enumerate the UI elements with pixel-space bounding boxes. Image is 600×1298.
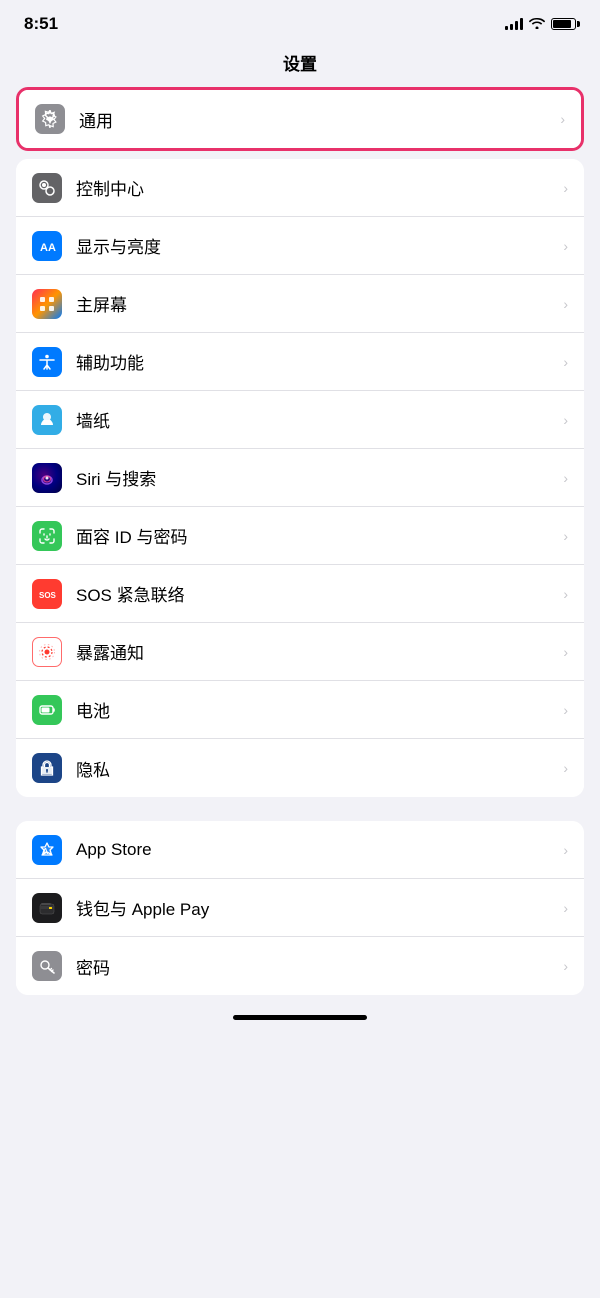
- wallpaper-chevron: ›: [563, 412, 568, 428]
- control-center-chevron: ›: [563, 180, 568, 196]
- spacer1: [0, 805, 600, 821]
- status-time: 8:51: [24, 14, 58, 34]
- homescreen-icon: [32, 289, 62, 319]
- battery-chevron: ›: [563, 702, 568, 718]
- settings-item-siri[interactable]: Siri 与搜索 ›: [16, 449, 584, 507]
- control-center-icon: [32, 173, 62, 203]
- settings-item-passwords[interactable]: 密码 ›: [16, 937, 584, 995]
- exposure-label: 暴露通知: [76, 639, 559, 664]
- battery-label: 电池: [76, 697, 559, 722]
- sos-chevron: ›: [563, 586, 568, 602]
- passwords-label: 密码: [76, 954, 559, 979]
- display-icon: AA: [32, 231, 62, 261]
- svg-text:A: A: [43, 847, 49, 856]
- accessibility-icon: [32, 347, 62, 377]
- siri-icon: [32, 463, 62, 493]
- passwords-chevron: ›: [563, 958, 568, 974]
- exposure-chevron: ›: [563, 644, 568, 660]
- wallpaper-label: 墙纸: [76, 407, 559, 432]
- settings-item-general[interactable]: 通用 ›: [19, 90, 581, 148]
- settings-item-appstore[interactable]: A App Store ›: [16, 821, 584, 879]
- settings-item-wallet[interactable]: 钱包与 Apple Pay ›: [16, 879, 584, 937]
- settings-item-faceid[interactable]: 面容 ID 与密码 ›: [16, 507, 584, 565]
- faceid-label: 面容 ID 与密码: [76, 523, 559, 548]
- page-title: 设置: [0, 42, 600, 87]
- svg-text:AA: AA: [40, 242, 56, 254]
- homescreen-label: 主屏幕: [76, 291, 559, 316]
- settings-item-sos[interactable]: SOS SOS 紧急联络 ›: [16, 565, 584, 623]
- settings-item-display[interactable]: AA 显示与亮度 ›: [16, 217, 584, 275]
- settings-item-accessibility[interactable]: 辅助功能 ›: [16, 333, 584, 391]
- homescreen-chevron: ›: [563, 296, 568, 312]
- settings-item-control-center[interactable]: 控制中心 ›: [16, 159, 584, 217]
- wifi-icon: [529, 17, 545, 32]
- appstore-label: App Store: [76, 840, 559, 860]
- main-settings-group: 控制中心 › AA 显示与亮度 › 主屏幕 ›: [16, 159, 584, 797]
- status-icons: [505, 17, 576, 32]
- general-icon: [35, 104, 65, 134]
- battery-icon: [32, 695, 62, 725]
- settings-item-wallpaper[interactable]: 墙纸 ›: [16, 391, 584, 449]
- sos-label: SOS 紧急联络: [76, 581, 559, 606]
- general-label: 通用: [79, 107, 556, 132]
- display-chevron: ›: [563, 238, 568, 254]
- faceid-chevron: ›: [563, 528, 568, 544]
- battery-status-icon: [551, 18, 576, 30]
- signal-icon: [505, 18, 523, 30]
- passwords-icon: [32, 951, 62, 981]
- privacy-chevron: ›: [563, 760, 568, 776]
- appstore-icon: A: [32, 835, 62, 865]
- wallet-label: 钱包与 Apple Pay: [76, 895, 559, 920]
- svg-text:SOS: SOS: [39, 591, 56, 600]
- privacy-icon: [32, 753, 62, 783]
- accessibility-label: 辅助功能: [76, 349, 559, 374]
- settings-item-homescreen[interactable]: 主屏幕 ›: [16, 275, 584, 333]
- home-indicator: [233, 1015, 367, 1020]
- status-bar: 8:51: [0, 0, 600, 42]
- wallet-chevron: ›: [563, 900, 568, 916]
- sos-icon: SOS: [32, 579, 62, 609]
- settings-item-battery[interactable]: 电池 ›: [16, 681, 584, 739]
- control-center-label: 控制中心: [76, 175, 559, 200]
- general-chevron: ›: [560, 111, 565, 127]
- siri-label: Siri 与搜索: [76, 465, 559, 490]
- wallet-icon: [32, 893, 62, 923]
- settings-item-exposure[interactable]: 暴露通知 ›: [16, 623, 584, 681]
- settings-item-privacy[interactable]: 隐私 ›: [16, 739, 584, 797]
- faceid-icon: [32, 521, 62, 551]
- display-label: 显示与亮度: [76, 233, 559, 258]
- appstore-chevron: ›: [563, 842, 568, 858]
- exposure-icon: [32, 637, 62, 667]
- accessibility-chevron: ›: [563, 354, 568, 370]
- privacy-label: 隐私: [76, 756, 559, 781]
- general-settings-group: 通用 ›: [16, 87, 584, 151]
- wallpaper-icon: [32, 405, 62, 435]
- store-settings-group: A App Store › 钱包与 Apple Pay ›: [16, 821, 584, 995]
- siri-chevron: ›: [563, 470, 568, 486]
